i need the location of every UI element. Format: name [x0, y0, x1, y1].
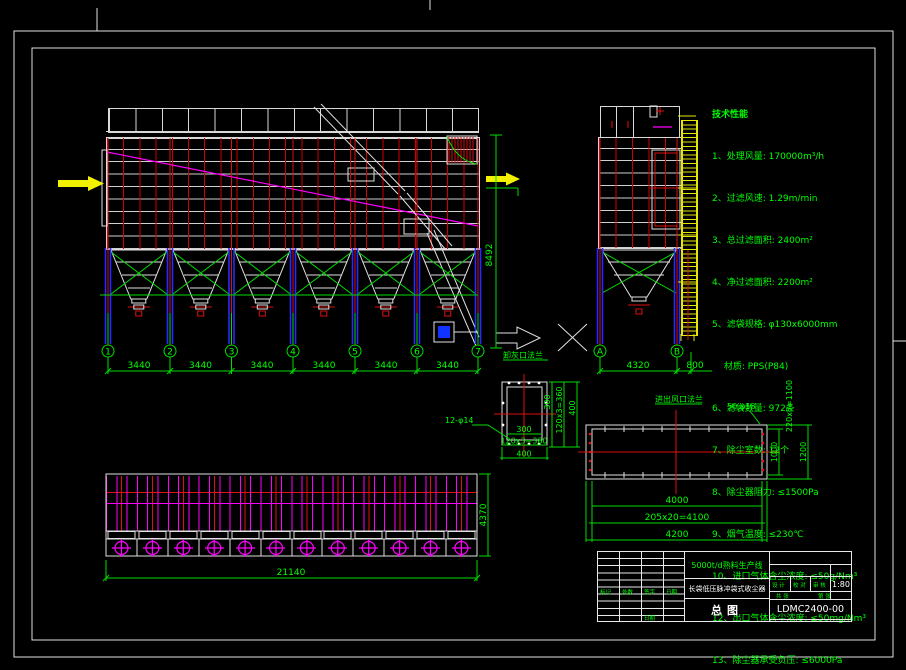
dim: 120x3=360	[555, 386, 564, 433]
cad-viewport: 1 2 3 4 5 6 7 3440 3440 3440 3440 3440 3…	[0, 0, 906, 670]
sheet-title-cell: 总图	[685, 599, 770, 621]
ash-outlet-flange-detail: 卸灰口法兰 12-φ14	[445, 350, 580, 460]
project-name: 5000t/d熟料生产线	[691, 560, 762, 571]
axis-label: 7	[475, 348, 481, 358]
detail-title: 卸灰口法兰	[503, 350, 543, 360]
note-line: 8、除尘器阻力: ≤1500Pa	[712, 486, 884, 500]
equipment-marker	[438, 326, 450, 338]
side-offset-dim: 800	[686, 361, 703, 371]
outlet-arrow-icon	[486, 173, 520, 186]
dim: 4200	[666, 530, 689, 540]
axis-label: 5	[352, 348, 358, 358]
dim: 120x3=360	[500, 437, 547, 446]
revision-table: 标记 处数 签字 日期 日期	[598, 552, 685, 621]
bay-dim: 3440	[436, 361, 459, 371]
sign-label: 校 对	[793, 581, 806, 589]
sign-label: 审 核	[813, 581, 826, 589]
axis-label: 4	[290, 348, 296, 358]
note-line: 2、过滤风速: 1.29m/min	[712, 192, 884, 206]
side-elevation	[598, 106, 698, 345]
side-span-dim: 4320	[627, 361, 650, 371]
axis-label: 2	[167, 348, 173, 358]
scale-cell: 1:80	[831, 577, 851, 591]
dim: 205x20=4100	[645, 513, 710, 523]
note-line: 5、滤袋规格: φ130x6000mm	[712, 318, 884, 332]
axis-label: A	[597, 348, 604, 358]
axis-label: 3	[229, 348, 235, 358]
height-dim: 8492	[485, 244, 495, 267]
axis-label: 1	[105, 348, 111, 358]
project-name-cell: 5000t/d熟料生产线	[685, 552, 770, 579]
note-line: 4、净过滤面积: 2200m²	[712, 276, 884, 290]
dim: 300	[543, 394, 552, 409]
main-elevation	[100, 104, 481, 346]
bay-dim: 3440	[251, 361, 274, 371]
revision-col-label: 日期	[644, 614, 655, 622]
sheet-title: 总图	[711, 602, 743, 618]
dim: 400	[516, 450, 531, 459]
main-dimensions: 1 2 3 4 5 6 7 3440 3440 3440 3440 3440 3…	[102, 135, 502, 374]
bay-dim: 3440	[313, 361, 336, 371]
note-line: 1、处理风量: 170000m³/h	[712, 150, 884, 164]
drawing-number-cell: LDMC2400-00	[770, 599, 851, 619]
side-dimensions: A B 4320 800	[594, 345, 712, 374]
plan-length-dim: 21140	[277, 568, 306, 578]
bay-dim: 3440	[375, 361, 398, 371]
drawing-number: LDMC2400-00	[777, 604, 844, 615]
axis-label: 6	[414, 348, 420, 358]
notes-title: 技术性能	[712, 108, 884, 122]
dim: 4000	[666, 496, 689, 506]
detail-title: 进出风口法兰	[655, 394, 703, 404]
inlet-arrow-icon	[58, 176, 104, 191]
note-line: 6、滤袋数量: 972条	[712, 402, 884, 416]
scale-value: 1:80	[832, 580, 850, 589]
note-line: 材质: PPS(P84)	[712, 360, 884, 374]
axis-label: B	[674, 348, 680, 358]
plan-view: 21140 4370	[103, 474, 491, 581]
dim: 300	[516, 425, 531, 434]
note-line: 3、总过滤面积: 2400m²	[712, 234, 884, 248]
product-name-cell: 长袋低压脉冲袋式收尘器	[685, 579, 770, 599]
revision-col-label: 签字	[644, 588, 655, 596]
revision-col-label: 日期	[666, 588, 677, 596]
bay-dim: 3440	[128, 361, 151, 371]
note-line: 7、除尘室数: 12个	[712, 444, 884, 458]
note-line: 9、烟气温度: ≤230℃	[712, 528, 884, 542]
plan-width-dim: 4370	[479, 503, 489, 526]
title-block: 标记 处数 签字 日期 日期 5000t/d熟料生产线 长袋低压脉冲袋式收尘器 …	[597, 551, 852, 622]
product-name: 长袋低压脉冲袋式收尘器	[689, 584, 766, 594]
bay-dim: 3440	[189, 361, 212, 371]
section-arrow-icon	[496, 327, 540, 349]
sign-label: 设 计	[772, 581, 785, 589]
note-line: 13、除尘器承受负压: ≤6000Pa	[712, 654, 884, 668]
revision-col-label: 标记	[600, 588, 611, 596]
dim: 400	[568, 400, 577, 415]
drawing-info: 设 计 校 对 审 核 1:80 共 张 第 张 LDMC2400-00	[770, 552, 851, 621]
bolt-holes-label: 12-φ14	[445, 416, 474, 425]
revision-col-label: 处数	[622, 588, 633, 596]
